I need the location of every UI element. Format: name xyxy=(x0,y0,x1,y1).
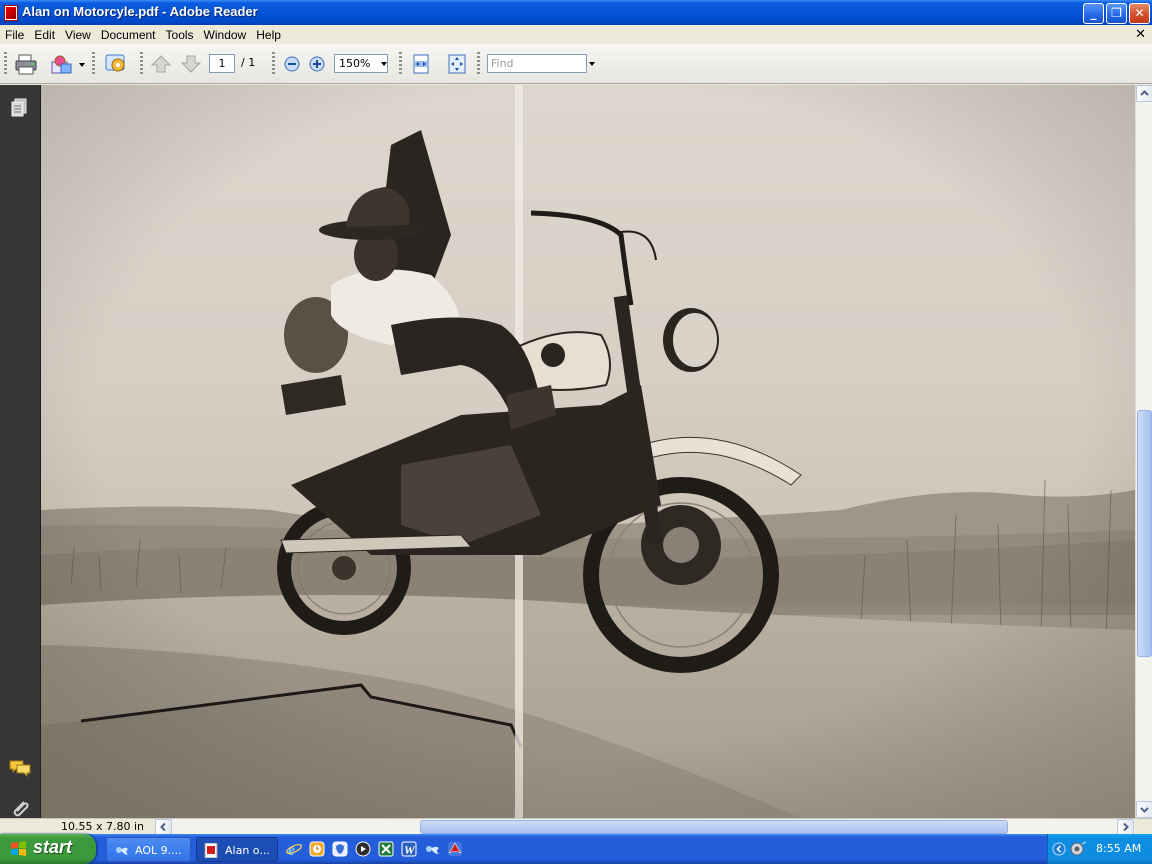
acrobat-icon[interactable] xyxy=(447,841,463,857)
aol-quicklaunch-icon[interactable] xyxy=(424,841,440,857)
svg-text:W: W xyxy=(404,843,416,857)
horizontal-scroll-thumb[interactable] xyxy=(420,820,1008,834)
menu-bar: File Edit View Document Tools Window Help ✕ xyxy=(0,25,1152,44)
toolbar-grip[interactable] xyxy=(140,52,143,76)
task-aol-label: AOL 9.... xyxy=(135,844,182,857)
toolbar-grip[interactable] xyxy=(4,52,7,76)
toolbar: 1 / 1 150% Find xyxy=(0,44,1152,84)
navigation-pane xyxy=(0,85,41,818)
task-adobe-reader-label: Alan o... xyxy=(225,844,270,857)
close-icon: ✕ xyxy=(1134,6,1145,20)
restore-icon: ❐ xyxy=(1111,6,1122,20)
network-icon[interactable] xyxy=(1070,841,1088,857)
task-aol[interactable]: AOL 9.... xyxy=(106,837,191,862)
adobe-reader-window: Alan on Motorcyle.pdf - Adobe Reader _ ❐… xyxy=(0,0,1152,835)
menu-edit[interactable]: Edit xyxy=(29,25,60,44)
vertical-scroll-thumb[interactable] xyxy=(1137,410,1152,657)
comments-icon[interactable] xyxy=(8,758,32,778)
menu-document[interactable]: Document xyxy=(96,25,161,44)
internet-explorer-icon[interactable]: e xyxy=(286,841,302,857)
scroll-left-button[interactable] xyxy=(155,819,172,835)
minimize-icon: _ xyxy=(1090,6,1097,20)
scroll-up-button[interactable] xyxy=(1136,85,1152,102)
horizontal-scrollbar[interactable] xyxy=(155,819,1135,835)
zoom-out-icon[interactable] xyxy=(282,53,302,75)
title-bar[interactable]: Alan on Motorcyle.pdf - Adobe Reader _ ❐… xyxy=(0,0,1152,25)
toolbar-grip[interactable] xyxy=(399,52,402,76)
status-bar: 10.55 x 7.80 in xyxy=(0,818,1152,835)
toolbar-grip[interactable] xyxy=(92,52,95,76)
clock-icon[interactable] xyxy=(309,841,325,857)
excel-icon[interactable] xyxy=(378,841,394,857)
fit-page-icon[interactable] xyxy=(446,53,468,75)
pages-icon[interactable] xyxy=(9,97,29,119)
media-player-icon[interactable] xyxy=(355,841,371,857)
zoom-level-input[interactable]: 150% xyxy=(334,54,388,73)
find-dropdown-arrow[interactable] xyxy=(589,62,595,66)
word-icon[interactable]: W xyxy=(401,841,417,857)
chevron-down-icon xyxy=(1140,807,1149,813)
adobe-pdf-icon xyxy=(4,5,18,21)
menu-help[interactable]: Help xyxy=(251,25,286,44)
menu-file[interactable]: File xyxy=(0,25,29,44)
zoom-in-icon[interactable] xyxy=(307,53,327,75)
aol-icon xyxy=(116,847,128,855)
zoom-dropdown-arrow[interactable] xyxy=(381,62,387,66)
menu-view[interactable]: View xyxy=(60,25,96,44)
document-view[interactable] xyxy=(41,85,1135,818)
close-button[interactable]: ✕ xyxy=(1129,3,1150,24)
scroll-down-button[interactable] xyxy=(1136,801,1152,818)
attachments-icon[interactable] xyxy=(9,798,31,820)
scroll-right-button[interactable] xyxy=(1117,819,1134,835)
windows-logo-icon xyxy=(11,841,26,856)
previous-page-icon[interactable] xyxy=(150,53,172,75)
shield-icon[interactable] xyxy=(332,841,348,857)
start-button[interactable]: start xyxy=(0,834,96,864)
menu-tools[interactable]: Tools xyxy=(161,25,199,44)
task-adobe-reader[interactable]: Alan o... xyxy=(196,837,278,862)
find-input[interactable]: Find xyxy=(487,54,587,73)
toolbar-grip[interactable] xyxy=(272,52,275,76)
quick-launch: e W xyxy=(284,838,474,860)
print-icon[interactable] xyxy=(14,53,38,75)
restore-button[interactable]: ❐ xyxy=(1106,3,1127,24)
organizer-icon[interactable] xyxy=(50,53,74,75)
window-title: Alan on Motorcyle.pdf - Adobe Reader xyxy=(22,4,258,19)
chevron-up-icon xyxy=(1140,90,1149,96)
search-pdf-icon[interactable] xyxy=(104,53,130,75)
svg-text:e: e xyxy=(288,842,295,857)
clock[interactable]: 8:55 AM xyxy=(1096,842,1141,855)
chevron-left-icon xyxy=(160,822,166,832)
show-hidden-icons-button[interactable] xyxy=(1052,842,1066,856)
vertical-scrollbar[interactable] xyxy=(1135,85,1152,818)
start-label: start xyxy=(33,837,73,857)
motorcycle-photo xyxy=(41,85,1135,818)
toolbar-grip[interactable] xyxy=(477,52,480,76)
page-size-label: 10.55 x 7.80 in xyxy=(61,820,145,833)
page-total-label: / 1 xyxy=(241,56,256,69)
menu-window[interactable]: Window xyxy=(199,25,252,44)
document-close-button[interactable]: ✕ xyxy=(1135,27,1146,42)
fit-width-icon[interactable] xyxy=(410,53,432,75)
organizer-dropdown-arrow[interactable] xyxy=(79,63,85,67)
minimize-button[interactable]: _ xyxy=(1083,3,1104,24)
next-page-icon[interactable] xyxy=(180,53,202,75)
system-tray: 8:55 AM xyxy=(1047,834,1152,864)
chevron-right-icon xyxy=(1123,822,1129,832)
page-number-input[interactable]: 1 xyxy=(209,54,235,73)
pdf-icon xyxy=(204,843,218,858)
taskbar: start AOL 9.... Alan o... e W 8:55 AM xyxy=(0,834,1152,864)
